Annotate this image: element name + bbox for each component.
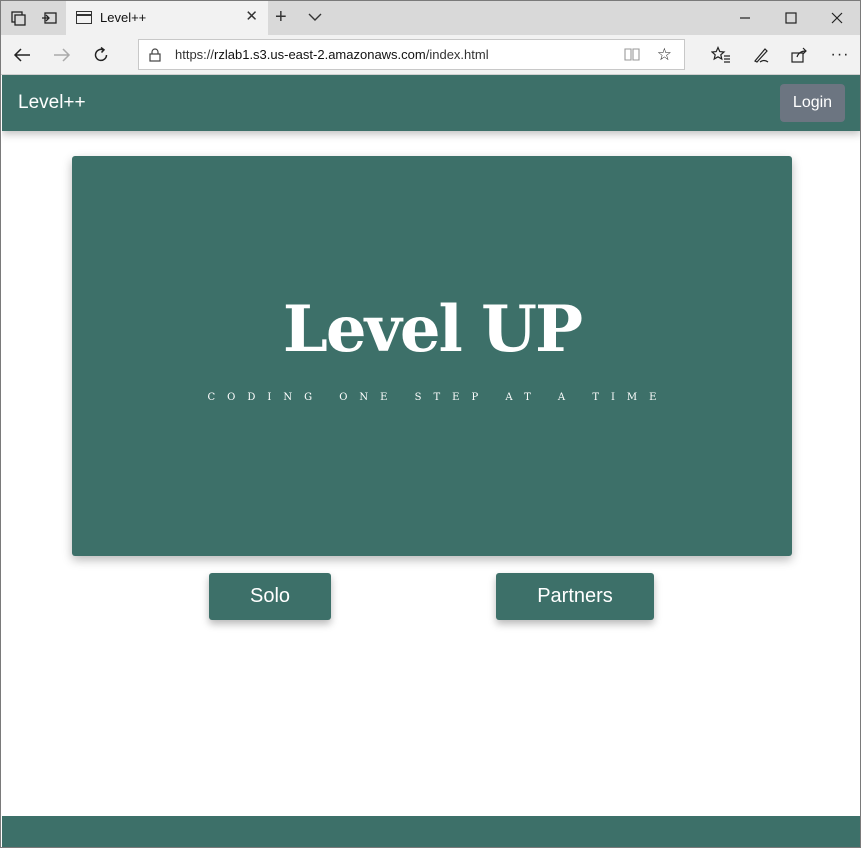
set-tabs-aside-icon[interactable] bbox=[39, 8, 59, 28]
url-text: https://rzlab1.s3.us-east-2.amazonaws.co… bbox=[175, 47, 489, 62]
back-icon[interactable] bbox=[11, 44, 33, 66]
tab-actions-icon[interactable] bbox=[9, 8, 29, 28]
solo-button[interactable]: Solo bbox=[209, 573, 331, 620]
favorite-star-icon[interactable]: ☆ bbox=[657, 45, 672, 65]
maximize-icon[interactable] bbox=[768, 1, 814, 35]
tab-active[interactable]: Level++ ✕ bbox=[66, 1, 268, 35]
address-bar: https://rzlab1.s3.us-east-2.amazonaws.co… bbox=[1, 35, 860, 75]
pen-icon[interactable] bbox=[750, 44, 772, 66]
share-icon[interactable] bbox=[789, 44, 811, 66]
tab-title: Level++ bbox=[100, 10, 147, 25]
url-prefix: https:// bbox=[175, 47, 215, 62]
url-field[interactable]: https://rzlab1.s3.us-east-2.amazonaws.co… bbox=[138, 39, 685, 70]
tab-bar: Level++ ✕ + bbox=[1, 1, 860, 35]
reading-view-icon[interactable] bbox=[624, 47, 640, 66]
minimize-icon[interactable] bbox=[722, 1, 768, 35]
more-icon[interactable]: ··· bbox=[829, 44, 851, 66]
url-host: rzlab1.s3.us-east-2.amazonaws.com bbox=[214, 47, 426, 62]
site-navbar: Level++ Login bbox=[2, 75, 860, 131]
refresh-icon[interactable] bbox=[90, 44, 112, 66]
hero-title: Level UP bbox=[282, 292, 583, 367]
chevron-down-icon[interactable] bbox=[307, 7, 325, 27]
login-button[interactable]: Login bbox=[780, 84, 845, 122]
partners-button[interactable]: Partners bbox=[496, 573, 654, 620]
hero-banner: Level UP CODING ONE STEP AT A TIME bbox=[72, 156, 792, 556]
page-icon bbox=[76, 11, 92, 24]
browser-window: Level++ ✕ + https://rzlab1.s3.us-east-2.… bbox=[0, 0, 861, 848]
url-path: /index.html bbox=[425, 47, 489, 62]
favorites-icon[interactable] bbox=[710, 44, 732, 66]
close-window-icon[interactable] bbox=[814, 1, 860, 35]
new-tab-icon[interactable]: + bbox=[275, 7, 287, 27]
hero-subtitle: CODING ONE STEP AT A TIME bbox=[207, 392, 669, 403]
brand-logo[interactable]: Level++ bbox=[18, 92, 86, 114]
forward-icon[interactable] bbox=[51, 44, 73, 66]
site-footer bbox=[2, 816, 860, 847]
web-page: Level++ Login Level UP CODING ONE STEP A… bbox=[2, 75, 860, 847]
lock-icon[interactable] bbox=[149, 48, 161, 67]
close-tab-icon[interactable]: ✕ bbox=[245, 9, 258, 25]
